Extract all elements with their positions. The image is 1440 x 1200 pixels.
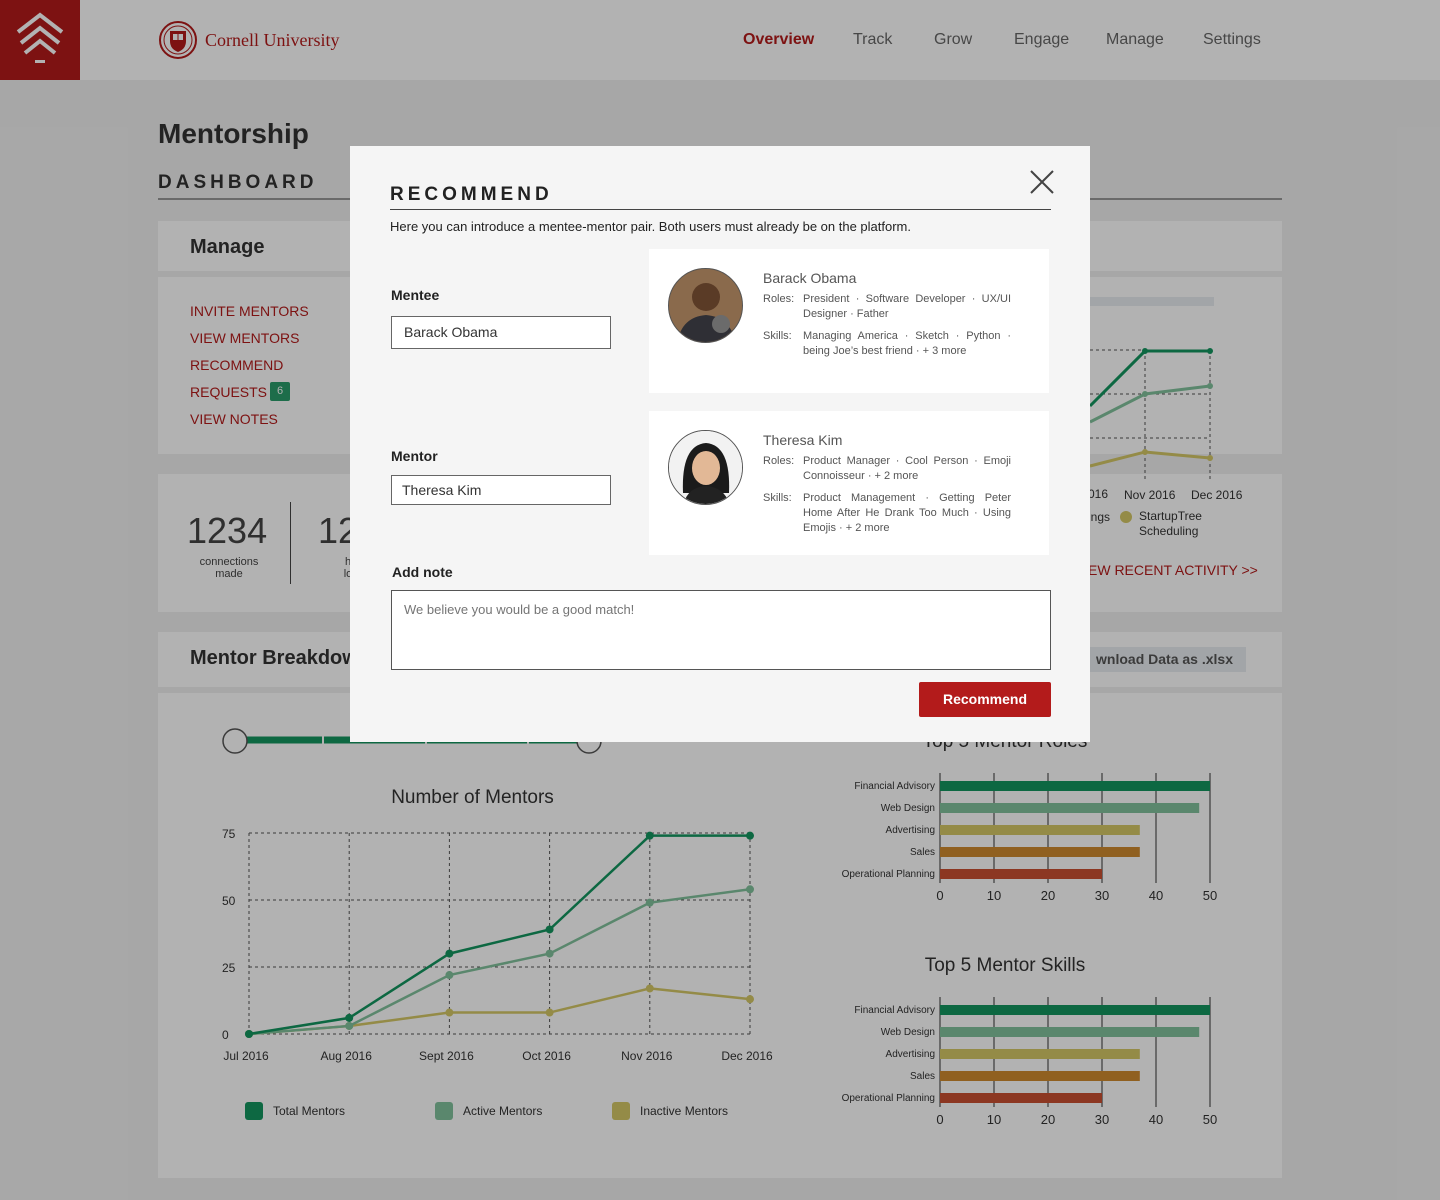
- person-avatar-icon: [669, 431, 742, 504]
- mentee-roles: President · Software Developer · UX/UI D…: [803, 293, 1011, 320]
- mentor-avatar: [668, 430, 743, 505]
- mentee-skills: Managing America · Sketch · Python · bei…: [803, 330, 1011, 357]
- mentor-skills: Product Management · Getting Peter Home …: [803, 492, 1011, 534]
- mentor-card: Theresa Kim Roles: Product Manager · Coo…: [649, 411, 1049, 555]
- mentee-input[interactable]: Barack Obama: [391, 316, 611, 349]
- add-note-label: Add note: [392, 564, 453, 580]
- mentor-card-name: Theresa Kim: [763, 432, 843, 448]
- mentor-skills-key: Skills:: [763, 492, 792, 504]
- mentee-avatar: [668, 268, 743, 343]
- note-textarea[interactable]: [391, 590, 1051, 670]
- mentee-card-name: Barack Obama: [763, 270, 857, 286]
- mentee-card: Barack Obama Roles: President · Software…: [649, 249, 1049, 393]
- mentor-roles: Product Manager · Cool Person · Emoji Co…: [803, 455, 1011, 482]
- modal-title: RECOMMEND: [390, 184, 553, 205]
- mentee-label: Mentee: [391, 287, 440, 303]
- recommend-button[interactable]: Recommend: [919, 682, 1051, 717]
- modal-title-divider: [390, 209, 1051, 210]
- modal-description: Here you can introduce a mentee-mentor p…: [390, 219, 911, 234]
- mentee-roles-key: Roles:: [763, 293, 795, 305]
- recommend-modal: RECOMMEND Here you can introduce a mente…: [350, 146, 1090, 742]
- mentor-roles-key: Roles:: [763, 455, 795, 467]
- mentee-skills-key: Skills:: [763, 330, 792, 342]
- person-avatar-icon: [669, 269, 742, 342]
- close-icon[interactable]: [1028, 168, 1056, 196]
- mentor-input[interactable]: Theresa Kim: [391, 475, 611, 505]
- mentor-label: Mentor: [391, 448, 438, 464]
